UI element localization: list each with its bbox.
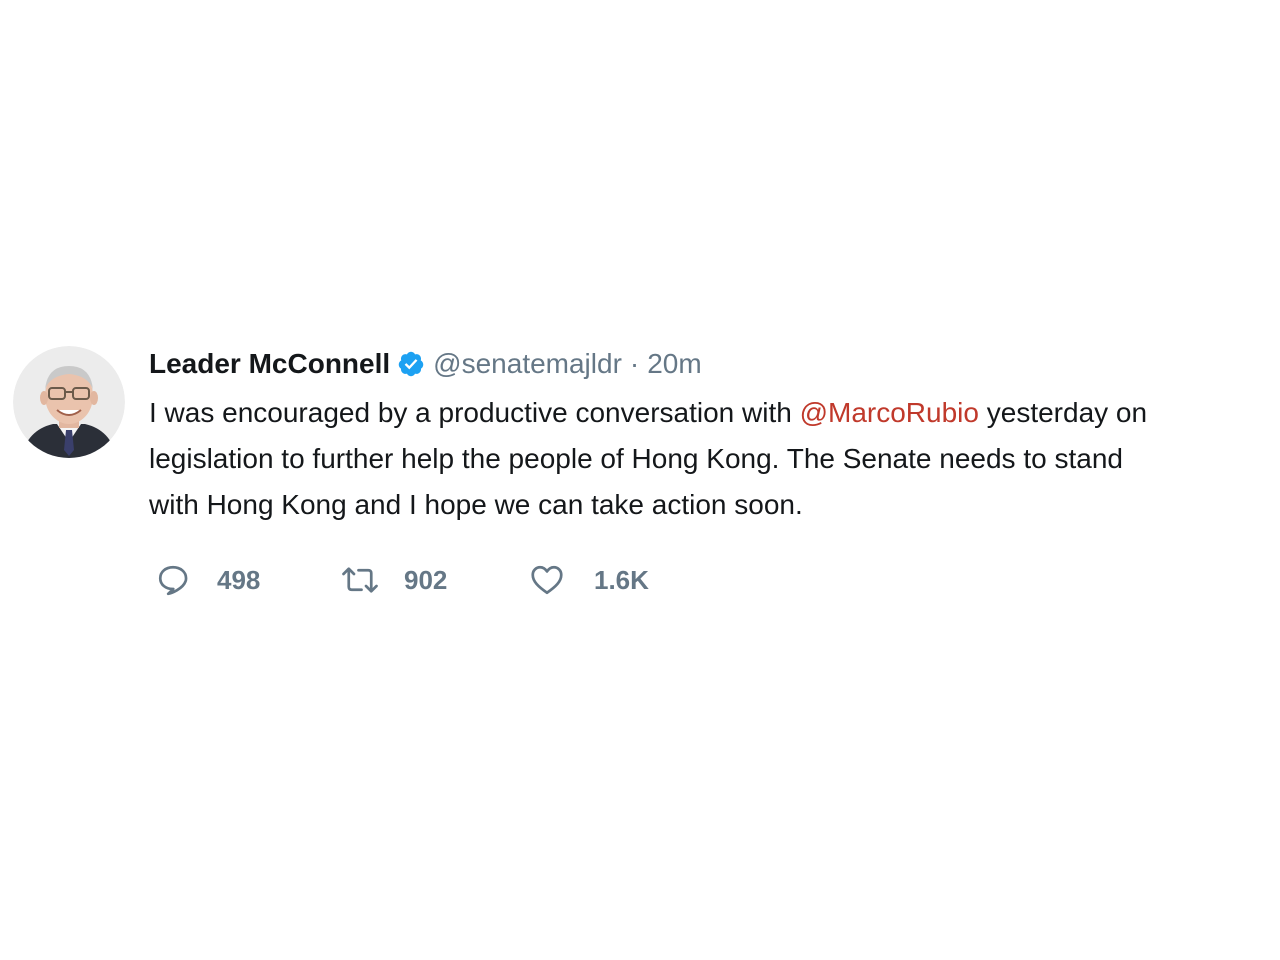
like-count: 1.6K — [594, 564, 649, 595]
tweet-card: Leader McConnell @senatemajldr · 20m I w… — [0, 0, 1280, 960]
user-handle[interactable]: @senatemajldr — [433, 348, 622, 380]
tweet-text-line: legislation to further help the people o… — [149, 443, 1123, 474]
tweet-timestamp[interactable]: 20m — [647, 348, 701, 380]
avatar-portrait — [13, 346, 125, 458]
mention-link[interactable]: @MarcoRubio — [800, 397, 979, 428]
heart-outline-icon — [528, 562, 566, 598]
tweet-text-line: I was encouraged by a productive convers… — [149, 390, 1280, 436]
tweet-text-line: with Hong Kong and I hope we can take ac… — [149, 489, 803, 520]
avatar[interactable] — [13, 346, 125, 458]
verified-check-icon — [397, 350, 425, 378]
header-separator: · — [629, 348, 640, 379]
retweet-count: 902 — [404, 564, 448, 595]
tweet-actions: 498 902 1.6K — [155, 558, 649, 602]
tweet-text-segment: I was encouraged by a productive convers… — [149, 397, 800, 428]
like-button[interactable]: 1.6K — [528, 562, 649, 598]
retweet-arrows-icon — [340, 562, 380, 598]
tweet-text: I was encouraged by a productive convers… — [149, 390, 1280, 528]
tweet-header: Leader McConnell @senatemajldr · 20m — [149, 344, 702, 384]
speech-bubble-icon — [155, 562, 191, 598]
reply-button[interactable]: 498 — [155, 562, 340, 598]
display-name[interactable]: Leader McConnell — [149, 348, 390, 380]
retweet-button[interactable]: 902 — [340, 562, 528, 598]
reply-count: 498 — [217, 564, 261, 595]
tweet-text-segment: yesterday on — [978, 397, 1148, 428]
